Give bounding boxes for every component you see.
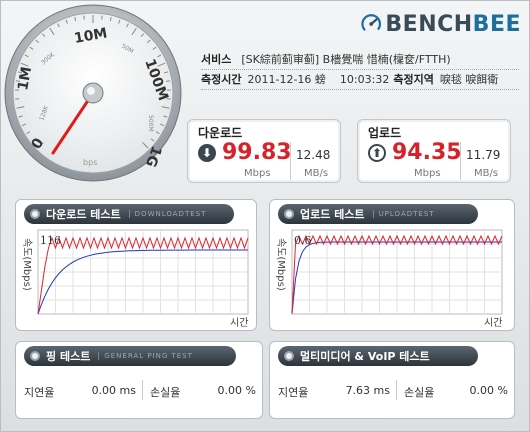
upload-test-panel: 업로드 테스트 UPLOADTEST 0.6 속도(Mbps) 시간 — [269, 199, 515, 331]
speedometer-logo-icon — [361, 14, 382, 34]
time-row: 측정시간 2011-12-16 螃 10:03:32 측정지역 唳毯 唳餌衛 — [201, 69, 521, 89]
time-label: 측정시간 — [201, 73, 242, 86]
logo-text: BENCHBEE — [385, 12, 521, 37]
ping-test-title: 핑 테스트 — [46, 350, 91, 363]
download-arrow-icon: ⬇ — [198, 144, 216, 162]
upload-mbs: 11.79 — [466, 148, 501, 162]
download-unit-mbs: MB/s — [304, 168, 329, 179]
ping-latency-label: 지연율 — [24, 386, 55, 399]
upload-mbps: 94.35 — [392, 140, 462, 165]
header-dot-icon — [284, 351, 294, 361]
voip-latency-value: 7.63 ms — [345, 384, 390, 397]
download-mbps: 99.83 — [222, 140, 292, 165]
info-divider — [201, 89, 519, 90]
ping-test-header: 핑 테스트 GENERAL PING TEST — [24, 346, 236, 366]
gauge-tick — [166, 80, 171, 82]
download-mbs: 12.48 — [296, 148, 331, 162]
voip-test-header: 멀티미디어 & VoIP 테스트 — [278, 346, 478, 366]
benchbee-logo: BENCHBEE — [361, 9, 521, 39]
ping-loss-value: 0.00 % — [217, 384, 256, 397]
gauge-small-label-3: 500M — [147, 115, 154, 132]
download-test-ylabel: 속도(Mbps) — [21, 238, 32, 291]
ping-test-panel: 핑 테스트 GENERAL PING TEST 지연율 0.00 ms 손실율 … — [15, 341, 263, 419]
download-unit-mbps: Mbps — [244, 168, 271, 179]
voip-loss-value: 0.00 % — [469, 384, 508, 397]
download-result-box: 다운로드 ⬇ 99.83 12.48 Mbps MB/s — [187, 119, 341, 183]
upload-test-xlabel: 시간 — [484, 318, 503, 329]
region-label: 측정지역 — [393, 73, 434, 86]
voip-loss-label: 손실율 — [404, 386, 435, 399]
upload-unit-mbs: MB/s — [474, 168, 499, 179]
speed-gauge: 0 1M 10M 100M 1G 128K 50M 500M 300K bps — [3, 3, 183, 183]
upload-unit-mbps: Mbps — [414, 168, 441, 179]
upload-result-box: 업로드 ⬆ 94.35 11.79 Mbps MB/s — [357, 119, 511, 183]
date-value: 2011-12-16 螃 — [247, 73, 326, 86]
chart-peak-label: 0.6 — [294, 234, 312, 247]
voip-test-title: 멀티미디어 & VoIP 테스트 — [300, 350, 430, 363]
upload-test-ylabel: 속도(Mbps) — [275, 238, 286, 291]
service-label: 서비스 — [201, 53, 232, 66]
upload-test-graph: 0.6 — [291, 229, 503, 315]
clock-value: 10:03:32 — [339, 72, 390, 86]
download-divider — [290, 142, 291, 180]
voip-test-panel: 멀티미디어 & VoIP 테스트 지연율 7.63 ms 손실율 0.00 % — [269, 341, 515, 419]
ping-test-subtitle: GENERAL PING TEST — [98, 352, 193, 360]
header-dot-icon — [30, 351, 40, 361]
ping-divider — [142, 380, 143, 400]
download-test-graph: 116 — [37, 229, 249, 315]
gauge-unit: bps — [83, 158, 97, 167]
download-test-panel: 다운로드 테스트 DOWNLOADTEST 116 속도(Mbps) 시간 — [15, 199, 257, 331]
download-title: 다운로드 — [198, 126, 243, 140]
app-frame: 0 1M 10M 100M 1G 128K 50M 500M 300K bps … — [0, 0, 530, 432]
logo-text-bench: BENCH — [385, 11, 473, 37]
ping-loss-label: 손실율 — [150, 386, 181, 399]
chart-peak-label: 116 — [40, 234, 61, 247]
service-value: [SK綜前蓟审蓟] B檣覺喘 惜楠(檁奁/FTTH) — [241, 53, 451, 66]
info-divider — [201, 69, 519, 70]
voip-divider — [396, 380, 397, 400]
upload-divider — [460, 142, 461, 180]
upload-title: 업로드 — [368, 126, 402, 140]
ping-latency-value: 0.00 ms — [91, 384, 136, 397]
region-value: 唳毯 唳餌衛 — [439, 73, 499, 86]
logo-text-bee: BEE — [472, 11, 521, 37]
gauge-svg: 0 1M 10M 100M 1G 128K 50M 500M 300K bps — [4, 4, 182, 182]
service-row: 서비스 [SK綜前蓟审蓟] B檣覺喘 惜楠(檁奁/FTTH) — [201, 49, 521, 69]
upload-arrow-icon: ⬆ — [368, 144, 386, 162]
voip-latency-label: 지연율 — [278, 386, 309, 399]
download-test-xlabel: 시간 — [230, 318, 249, 329]
